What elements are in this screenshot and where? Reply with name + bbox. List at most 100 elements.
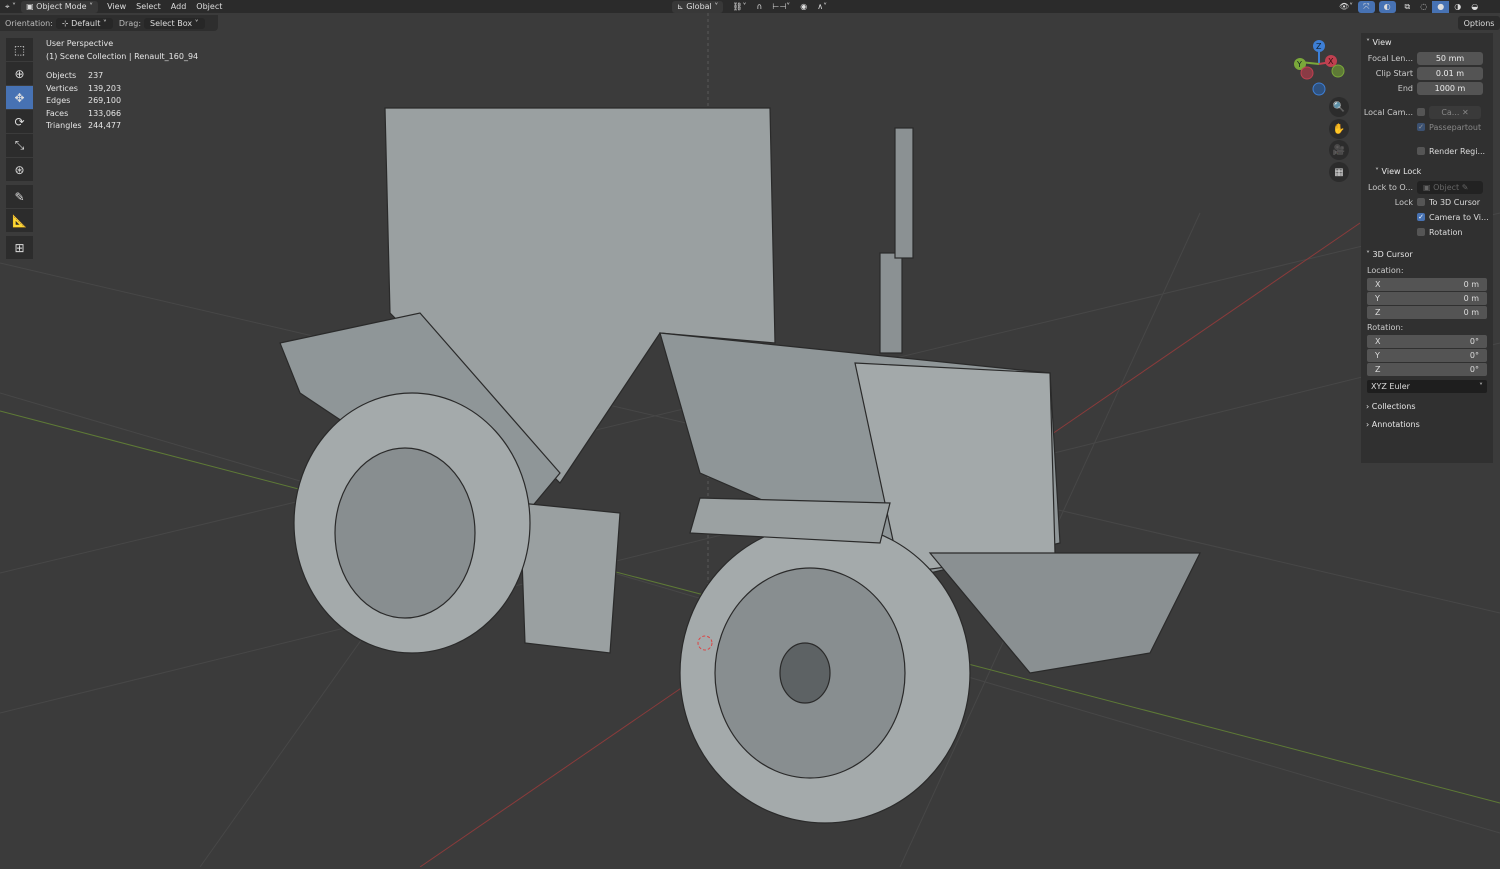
local-camera-label: Local Cam... bbox=[1363, 107, 1413, 117]
navigation-gizmo[interactable]: Z Y X bbox=[1290, 38, 1350, 98]
annotate-tool[interactable]: ✎ bbox=[6, 185, 33, 208]
orientation-dropdown[interactable]: ⊹ Default ˅ bbox=[55, 17, 113, 29]
proportional-icon: ◉ bbox=[800, 2, 808, 11]
pan-button[interactable]: ✋ bbox=[1329, 119, 1349, 139]
camera-view-button[interactable]: 🎥 bbox=[1329, 140, 1349, 160]
clip-start-field[interactable]: 0.01 m bbox=[1417, 66, 1483, 80]
axis-value: 0° bbox=[1469, 365, 1479, 374]
shading-material[interactable]: ◑ bbox=[1449, 1, 1466, 13]
cursor-rotation-z[interactable]: Z 0° bbox=[1367, 363, 1487, 376]
perspective-toggle[interactable]: ▦ bbox=[1329, 162, 1349, 182]
3d-cursor-header[interactable]: ˅ 3D Cursor bbox=[1361, 245, 1493, 263]
shading-rendered[interactable]: ◒ bbox=[1466, 1, 1483, 13]
pivot-button[interactable]: ⛓˅ bbox=[727, 1, 751, 13]
move-icon: ✥ bbox=[14, 90, 25, 105]
transform-orientation-dropdown[interactable]: ⊾ Global ˅ bbox=[672, 0, 724, 13]
gizmo-icon: ⤧ bbox=[1363, 1, 1370, 11]
tool-settings-bar: Orientation: ⊹ Default ˅ Drag: Select Bo… bbox=[0, 15, 218, 31]
magnet-icon: ∩ bbox=[756, 2, 763, 11]
snap-button[interactable]: ∩ bbox=[751, 1, 767, 13]
mode-dropdown[interactable]: ▣ Object Mode ˅ bbox=[21, 0, 99, 13]
hand-icon: ✋ bbox=[1332, 123, 1346, 135]
xray-toggle[interactable]: ⧉ bbox=[1400, 1, 1416, 13]
svg-text:Z: Z bbox=[1316, 42, 1322, 51]
cursor-rotation-y[interactable]: Y 0° bbox=[1367, 349, 1487, 362]
passepartout-checkbox[interactable]: ✓ bbox=[1417, 123, 1425, 131]
local-camera-value: Ca... bbox=[1441, 107, 1460, 117]
transform-orientation-label: Global bbox=[686, 2, 712, 11]
clip-end-label: End bbox=[1397, 83, 1413, 93]
drag-dropdown[interactable]: Select Box ˅ bbox=[144, 17, 205, 29]
grid-icon: ▦ bbox=[1334, 166, 1344, 178]
local-camera-field[interactable]: Ca... ✕ bbox=[1429, 105, 1481, 119]
shading-wireframe[interactable]: ◌ bbox=[1415, 1, 1432, 13]
sidebar-n-panel: ˅ View Focal Len... 50 mm Clip Start 0.01 … bbox=[1361, 33, 1493, 463]
axis-value: 0 m bbox=[1463, 294, 1479, 303]
render-region-checkbox[interactable] bbox=[1417, 147, 1425, 155]
snap-target-button[interactable]: ⊢⊣˅ bbox=[767, 1, 795, 13]
cursor-rotation-x[interactable]: X 0° bbox=[1367, 335, 1487, 348]
rotate-tool[interactable]: ⟳ bbox=[6, 110, 33, 133]
falloff-button[interactable]: ∧˅ bbox=[812, 1, 832, 13]
lock-to-object-field[interactable]: ▣ Object ✎ bbox=[1417, 180, 1483, 194]
camera-to-view-checkbox[interactable]: ✓ bbox=[1417, 213, 1425, 221]
orientation-axes-icon: ⊹ bbox=[61, 18, 72, 28]
lock-rotation-checkbox[interactable] bbox=[1417, 228, 1425, 236]
chevron-down-icon: ˅ bbox=[1479, 382, 1483, 391]
annotations-header[interactable]: › Annotations bbox=[1361, 415, 1493, 433]
header-bar: ⌖ ˅ ▣ Object Mode ˅ View Select Add Obje… bbox=[0, 0, 1500, 13]
axis-label: Z bbox=[1375, 365, 1381, 374]
rotation-mode-dropdown[interactable]: XYZ Euler ˅ bbox=[1367, 380, 1487, 393]
menu-select[interactable]: Select bbox=[131, 1, 166, 13]
gizmo-toggle[interactable]: ⤧ bbox=[1358, 0, 1375, 13]
cursor-location-y[interactable]: Y 0 m bbox=[1367, 292, 1487, 305]
proportional-edit-button[interactable]: ◉ bbox=[795, 1, 812, 13]
drag-label: Drag: bbox=[118, 18, 142, 28]
zoom-button[interactable]: 🔍 bbox=[1329, 97, 1349, 117]
axis-value: 0° bbox=[1469, 351, 1479, 360]
menu-object[interactable]: Object bbox=[191, 1, 227, 13]
stat-label: Triangles bbox=[46, 121, 82, 130]
axis-value: 0 m bbox=[1463, 308, 1479, 317]
measure-tool[interactable]: 📐 bbox=[6, 209, 33, 232]
orientation-icon: ⊾ bbox=[677, 2, 687, 11]
svg-text:Y: Y bbox=[1296, 60, 1302, 69]
view-lock-header[interactable]: ˅ View Lock bbox=[1361, 162, 1493, 180]
lock-cursor-checkbox[interactable] bbox=[1417, 198, 1425, 206]
object-mode-icon: ▣ bbox=[26, 2, 37, 11]
transform-tool[interactable]: ⊛ bbox=[6, 158, 33, 181]
3d-viewport[interactable] bbox=[0, 13, 1500, 868]
overlay-icon: ◐ bbox=[1383, 2, 1391, 11]
view-panel-header[interactable]: ˅ View bbox=[1361, 33, 1493, 51]
tractor-model bbox=[279, 107, 1201, 824]
axis-label: X bbox=[1375, 280, 1381, 289]
menu-add[interactable]: Add bbox=[166, 1, 192, 13]
scale-tool[interactable]: ⤡ bbox=[6, 134, 33, 157]
visibility-button[interactable]: 👁˅ bbox=[1334, 1, 1358, 13]
options-button[interactable]: Options bbox=[1458, 16, 1500, 30]
clip-end-field[interactable]: 1000 m bbox=[1417, 81, 1483, 95]
shading-solid[interactable]: ● bbox=[1432, 0, 1450, 13]
add-cube-tool[interactable]: ⊞ bbox=[6, 236, 33, 259]
focal-length-field[interactable]: 50 mm bbox=[1417, 51, 1483, 65]
rotation-mode-value: XYZ Euler bbox=[1371, 382, 1410, 391]
cursor-location-z[interactable]: Z 0 m bbox=[1367, 306, 1487, 319]
cursor-tool[interactable]: ⊕ bbox=[6, 62, 33, 85]
collections-header[interactable]: › Collections bbox=[1361, 397, 1493, 415]
solid-icon: ● bbox=[1437, 2, 1445, 11]
cursor-location-x[interactable]: X 0 m bbox=[1367, 278, 1487, 291]
editor-type-icon: ⌖ ˅ bbox=[5, 1, 17, 11]
local-camera-checkbox[interactable] bbox=[1417, 108, 1425, 116]
xray-icon: ⧉ bbox=[1404, 1, 1411, 11]
select-box-tool[interactable]: ⬚ bbox=[6, 38, 33, 61]
menu-view[interactable]: View bbox=[102, 1, 131, 13]
wireframe-icon: ◌ bbox=[1420, 2, 1428, 11]
move-tool[interactable]: ✥ bbox=[6, 86, 33, 109]
drag-value: Select Box bbox=[150, 18, 193, 28]
rotate-icon: ⟳ bbox=[14, 114, 25, 129]
axis-value: 0 m bbox=[1463, 280, 1479, 289]
clip-start-label: Clip Start bbox=[1375, 68, 1413, 78]
overlay-toggle[interactable]: ◐ bbox=[1378, 0, 1396, 13]
editor-type-button[interactable]: ⌖ ˅ bbox=[0, 1, 21, 13]
collection-name: (1) Scene Collection | Renault_160_94 bbox=[46, 51, 199, 61]
